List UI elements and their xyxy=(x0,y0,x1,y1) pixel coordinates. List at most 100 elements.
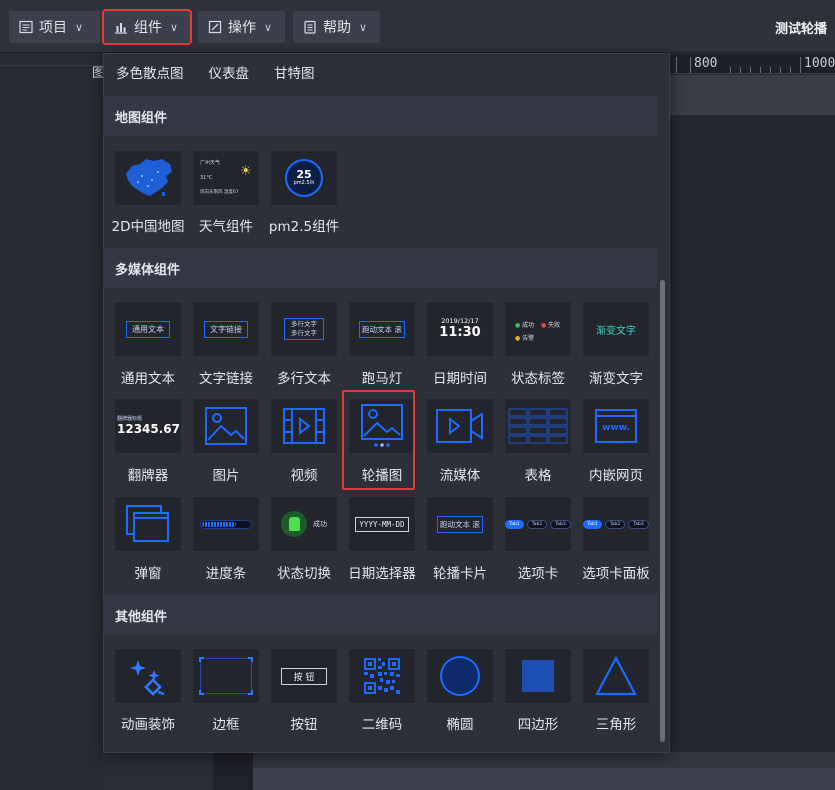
component-tile-video[interactable] xyxy=(270,398,338,454)
component-tile-multiline[interactable]: 多行文字 多行文字 xyxy=(270,301,338,357)
component-tile-text[interactable]: 通用文本 xyxy=(114,301,182,357)
component-tile-date-picker[interactable]: YYYY-MM-DD xyxy=(348,496,416,552)
component-tile-status-tag[interactable]: ● 成功 ● 失败 ● 告警 xyxy=(504,301,572,357)
component-tile-triangle[interactable] xyxy=(582,648,650,704)
table-icon xyxy=(508,408,568,444)
button-icon: 按 钮 xyxy=(280,667,328,685)
carousel-card-icon: 跑动文本 滚 xyxy=(437,515,483,533)
component-tile-progress[interactable] xyxy=(192,496,260,552)
component-label-multiline: 多行文本 xyxy=(277,371,331,387)
component-label-image: 图片 xyxy=(212,468,240,484)
chart-component-row: 多色散点图 仪表盘 甘特图 xyxy=(116,62,340,82)
menu-operation-label: 操作 xyxy=(228,20,256,36)
section-media-header: 多媒体组件 xyxy=(103,248,657,288)
component-tile-marquee[interactable]: 跑动文本 滚 xyxy=(348,301,416,357)
component-tile-china-map[interactable] xyxy=(114,150,182,206)
component-tile-pm25[interactable]: 25 pm2.5/h xyxy=(270,150,338,206)
component-label-flip-counter: 翻牌器 xyxy=(127,468,169,484)
component-tile-text-link[interactable]: 文字链接 xyxy=(192,301,260,357)
component-item-gantt[interactable]: 甘特图 xyxy=(274,62,315,82)
component-tile-popup[interactable] xyxy=(114,496,182,552)
component-label-china-map: 2D中国地图 xyxy=(111,219,185,235)
chevron-down-icon: ∨ xyxy=(264,20,273,34)
text-link-icon: 文字链接 xyxy=(204,320,248,338)
component-tile-stream[interactable] xyxy=(426,398,494,454)
component-label-text: 通用文本 xyxy=(121,371,175,387)
section-map-header: 地图组件 xyxy=(103,96,657,136)
component-tile-carousel-card[interactable]: 跑动文本 滚 xyxy=(426,496,494,552)
component-tile-button[interactable]: 按 钮 xyxy=(270,648,338,704)
weather-icon: 广州天气 31°C 风向东南风 湿度67 ☀ xyxy=(200,160,252,195)
left-layer-panel xyxy=(0,54,103,790)
multiline-text-icon: 多行文字 多行文字 xyxy=(284,318,324,340)
progress-icon xyxy=(200,519,252,529)
component-tile-border[interactable] xyxy=(192,648,260,704)
component-icon xyxy=(115,23,127,34)
menu-help-label: 帮助 xyxy=(323,20,351,36)
component-label-border: 边框 xyxy=(212,717,240,733)
component-tile-qrcode[interactable] xyxy=(348,648,416,704)
menu-project-label: 项目 xyxy=(39,20,67,36)
ruler-label-800: 800 xyxy=(694,56,718,71)
component-tile-animation[interactable] xyxy=(114,648,182,704)
tabs-icon: Tab1 Tab2 Tab3 xyxy=(505,519,571,529)
component-label-iframe: 内嵌网页 xyxy=(589,468,643,484)
component-label-pm25: pm2.5组件 xyxy=(268,219,340,235)
left-panel-divider xyxy=(0,54,103,66)
bottom-canvas-area xyxy=(253,768,835,790)
menu-operation-button[interactable]: 操作 ∨ xyxy=(198,11,285,43)
component-label-qrcode: 二维码 xyxy=(361,717,403,733)
component-tile-datetime[interactable]: 2019/12/17 11:30 xyxy=(426,301,494,357)
dropdown-scrollbar[interactable] xyxy=(660,280,665,742)
component-label-text-link: 文字链接 xyxy=(199,371,253,387)
component-tile-tab-panel[interactable]: Tab1 Tab2 Tab3 xyxy=(582,496,650,552)
component-label-triangle: 三角形 xyxy=(595,717,637,733)
text-icon: 通用文本 xyxy=(126,320,170,338)
component-label-status-tag: 状态标签 xyxy=(511,371,565,387)
tab-panel-icon: Tab1 Tab2 Tab3 xyxy=(583,519,649,529)
component-tile-status-switch[interactable]: 成功 xyxy=(270,496,338,552)
component-item-gauge[interactable]: 仪表盘 xyxy=(209,62,250,82)
component-label-gradient-text: 渐变文字 xyxy=(589,371,643,387)
component-label-tabs: 选项卡 xyxy=(517,566,559,582)
qrcode-icon xyxy=(364,658,400,694)
ruler-label-1000: 1000 xyxy=(804,56,835,71)
date-picker-icon: YYYY-MM-DD xyxy=(355,516,409,532)
component-tile-weather[interactable]: 广州天气 31°C 风向东南风 湿度67 ☀ xyxy=(192,150,260,206)
marquee-icon: 跑动文本 滚 xyxy=(359,320,405,338)
border-icon xyxy=(199,657,253,695)
stream-icon xyxy=(436,409,483,443)
component-label-table: 表格 xyxy=(524,468,552,484)
component-tile-rectangle[interactable] xyxy=(504,648,572,704)
component-label-animation: 动画装饰 xyxy=(121,717,175,733)
menu-component-button[interactable]: 组件 ∨ xyxy=(102,9,192,45)
component-label-tab-panel: 选项卡面板 xyxy=(582,566,650,582)
menu-project-button[interactable]: 项目 ∨ xyxy=(9,11,100,43)
component-tile-table[interactable] xyxy=(504,398,572,454)
menu-help-button[interactable]: 帮助 ∨ xyxy=(293,11,380,43)
canvas-preview[interactable] xyxy=(668,75,835,115)
component-tile-flip-counter[interactable]: 翻牌器标题 12345.67单位 xyxy=(114,398,182,454)
component-label-datetime: 日期时间 xyxy=(433,371,487,387)
popup-icon xyxy=(126,505,169,542)
component-label-stream: 流媒体 xyxy=(439,468,481,484)
component-tile-iframe[interactable]: www. xyxy=(582,398,650,454)
component-tile-gradient-text[interactable]: 渐变文字 xyxy=(582,301,650,357)
gradient-text-icon: 渐变文字 xyxy=(596,325,636,337)
vertical-ruler xyxy=(213,752,253,790)
component-label-popup: 弹窗 xyxy=(134,566,162,582)
component-tile-ellipse[interactable] xyxy=(426,648,494,704)
component-label-carousel-card: 轮播卡片 xyxy=(433,566,487,582)
component-tile-tabs[interactable]: Tab1 Tab2 Tab3 xyxy=(504,496,572,552)
component-item-scatter[interactable]: 多色散点图 xyxy=(116,62,184,82)
sparkle-icon xyxy=(130,660,165,696)
component-tile-image[interactable] xyxy=(192,398,260,454)
component-label-marquee: 跑马灯 xyxy=(361,371,403,387)
chevron-down-icon: ∨ xyxy=(75,20,84,34)
rectangle-icon xyxy=(522,660,554,692)
top-menu-bar: 项目 ∨ 组件 ∨ 操作 ∨ 帮助 ∨ 测试轮播 xyxy=(0,0,835,53)
component-label-status-switch: 状态切换 xyxy=(277,566,331,582)
status-switch-icon: 成功 xyxy=(281,511,327,537)
status-tag-icon: ● 成功 ● 失败 ● 告警 xyxy=(515,322,561,342)
component-label-button: 按钮 xyxy=(290,717,318,733)
